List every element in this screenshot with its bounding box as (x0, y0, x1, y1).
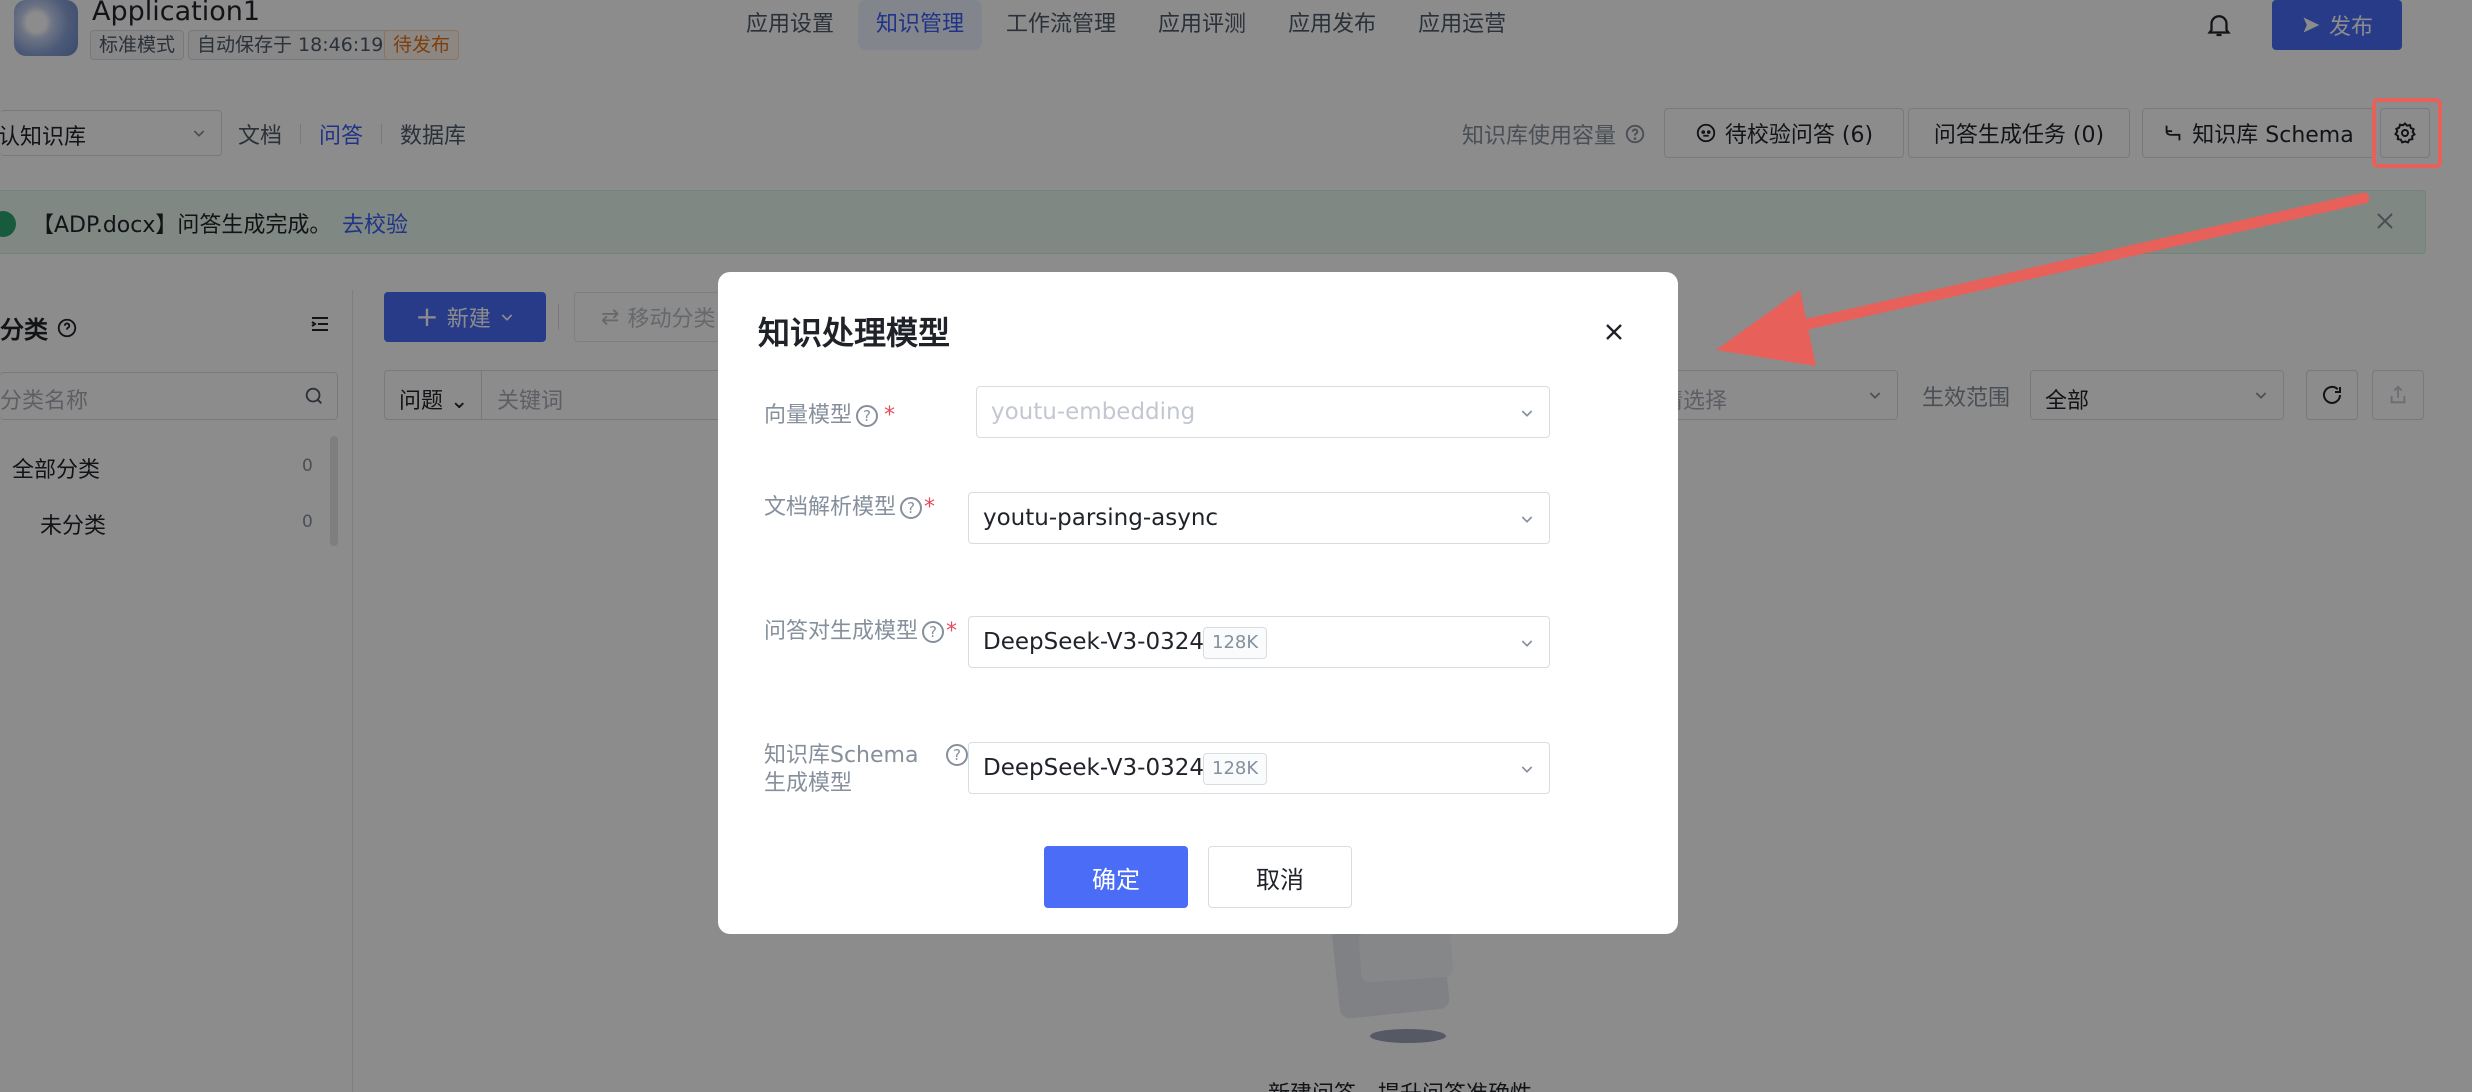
confirm-button[interactable]: 确定 (1044, 846, 1188, 908)
qa-gen-model-label-text: 问答对生成模型 (764, 619, 919, 644)
parsing-model-label-text: 文档解析模型 (764, 495, 897, 520)
chevron-down-icon (1521, 766, 1533, 773)
embedding-model-select: youtu-embedding (976, 386, 1550, 438)
schema-model-value: DeepSeek-V3-0324 (983, 755, 1204, 781)
knowledge-model-dialog: 知识处理模型 向量模型? * youtu-embedding 文档解析模型? * y… (718, 272, 1678, 934)
close-icon[interactable] (1600, 318, 1628, 346)
qa-gen-model-value: DeepSeek-V3-0324 (983, 629, 1204, 655)
schema-model-label-line1: 知识库Schema (764, 743, 919, 768)
embedding-model-label-text: 向量模型 (764, 403, 853, 428)
schema-model-select[interactable]: DeepSeek-V3-0324 128K (968, 742, 1550, 794)
embedding-model-label: 向量模型? * (764, 402, 895, 430)
embedding-model-value: youtu-embedding (991, 399, 1196, 425)
chevron-down-icon (1521, 516, 1533, 523)
help-icon: ? (946, 744, 968, 766)
settings-highlight (2372, 98, 2442, 168)
schema-model-label-line2: 生成模型 (764, 771, 853, 796)
page: Application1 标准模式 自动保存于 18:46:19 待发布 应用设… (0, 0, 2472, 1092)
parsing-model-value: youtu-parsing-async (983, 505, 1219, 531)
schema-model-label: 知识库Schema ?* 生成模型 (764, 742, 979, 798)
chevron-down-icon (1521, 640, 1533, 647)
required-mark: * (924, 495, 936, 520)
required-mark: * (884, 403, 896, 428)
parsing-model-select[interactable]: youtu-parsing-async (968, 492, 1550, 544)
help-icon: ? (900, 497, 923, 519)
required-mark: * (946, 619, 958, 644)
help-icon: ? (922, 621, 945, 643)
parsing-model-label: 文档解析模型? * (764, 494, 935, 522)
context-badge: 128K (1203, 627, 1268, 659)
chevron-down-icon (1521, 410, 1533, 417)
help-icon: ? (856, 405, 879, 427)
cancel-button[interactable]: 取消 (1208, 846, 1352, 908)
qa-gen-model-label: 问答对生成模型? * (764, 618, 957, 646)
qa-gen-model-select[interactable]: DeepSeek-V3-0324 128K (968, 616, 1550, 668)
context-badge: 128K (1203, 753, 1268, 785)
dialog-title: 知识处理模型 (758, 314, 951, 352)
